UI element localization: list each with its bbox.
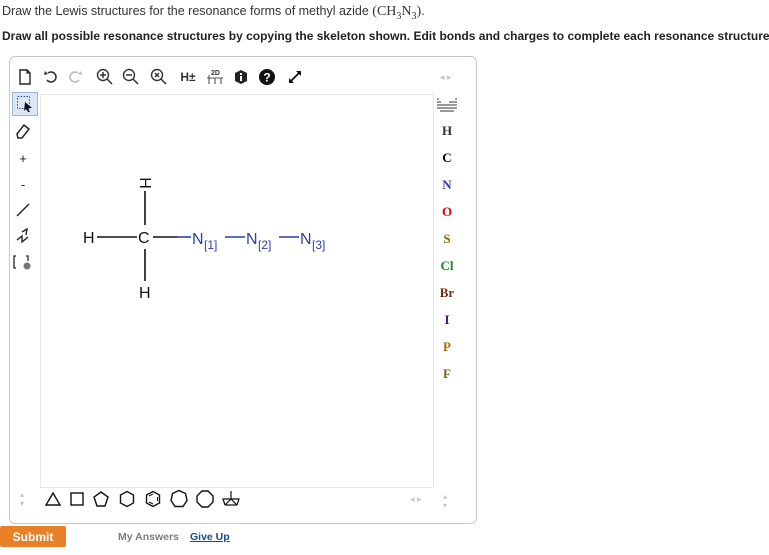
clean-2d-icon[interactable]: 2D	[204, 66, 226, 88]
atoms-scroll-arrows[interactable]: ▴ ▾	[443, 492, 447, 510]
bottom-scroll-arrows[interactable]: ◂ ▸	[410, 494, 422, 505]
atom-button-h[interactable]: H	[433, 120, 461, 142]
atom-carbon[interactable]: C	[138, 230, 150, 247]
atom-button-cl[interactable]: Cl	[433, 255, 461, 277]
shapes-scroll-left[interactable]: ▴ ▾	[20, 490, 24, 508]
left-toolbar: + -	[12, 92, 38, 292]
redo-icon[interactable]	[64, 66, 86, 88]
svg-text:?: ?	[263, 71, 270, 85]
my-answers-label: My Answers	[118, 531, 179, 543]
atom-button-p[interactable]: P	[433, 336, 461, 358]
atom-n3[interactable]: N	[300, 231, 312, 248]
submit-button[interactable]: Submit	[0, 526, 66, 547]
question-line-2: Draw all possible resonance structures b…	[2, 29, 769, 43]
heptagon-icon[interactable]	[168, 488, 190, 510]
drawing-canvas[interactable]: H C H H N [1] N [2] N [3]	[40, 94, 434, 488]
atom-n3-map: [3]	[312, 238, 325, 252]
triangle-icon[interactable]	[42, 488, 64, 510]
periodic-table-icon[interactable]	[435, 94, 459, 116]
methyl-azide-skeleton: H C H H N [1] N [2] N [3]	[83, 177, 325, 302]
select-tool-icon[interactable]	[12, 92, 38, 116]
atom-button-n[interactable]: N	[433, 174, 461, 196]
atom-h-bottom[interactable]: H	[139, 285, 151, 302]
formula: (CH3N3)	[372, 4, 422, 22]
hexagon-icon[interactable]	[116, 488, 138, 510]
atom-n2-map: [2]	[258, 238, 271, 252]
atom-button-o[interactable]: O	[433, 201, 461, 223]
eraser-icon[interactable]	[12, 120, 34, 142]
atom-button-i[interactable]: I	[433, 309, 461, 331]
zoom-out-icon[interactable]	[120, 66, 142, 88]
atom-button-f[interactable]: F	[433, 363, 461, 385]
atom-n2[interactable]: N	[246, 231, 258, 248]
chain-tool-icon[interactable]	[12, 225, 34, 247]
atom-button-s[interactable]: S	[433, 228, 461, 250]
atom-button-br[interactable]: Br	[433, 282, 461, 304]
single-bond-icon[interactable]	[12, 199, 34, 221]
new-document-icon[interactable]	[14, 66, 36, 88]
decrease-charge-icon[interactable]: -	[12, 173, 34, 195]
question-line-1: Draw the Lewis structures for the resona…	[2, 4, 425, 22]
reaction-arrow-icon[interactable]	[12, 251, 34, 273]
toolbar-scroll-arrows[interactable]: ◂ ▸	[440, 72, 452, 83]
question-text: Draw the Lewis structures for the resona…	[2, 4, 373, 18]
atom-n1[interactable]: N	[192, 231, 204, 248]
octagon-icon[interactable]	[194, 488, 216, 510]
zoom-in-icon[interactable]	[94, 66, 116, 88]
help-icon[interactable]: ?	[256, 66, 278, 88]
info-icon[interactable]	[230, 66, 252, 88]
undo-icon[interactable]	[40, 66, 62, 88]
atom-h-left[interactable]: H	[83, 230, 95, 247]
shapes-toolbar: ▴ ▾	[20, 488, 260, 510]
square-icon[interactable]	[66, 488, 88, 510]
atom-n1-map: [1]	[204, 238, 217, 252]
atom-h-top[interactable]: H	[136, 177, 153, 189]
bicyclo-icon[interactable]	[220, 488, 242, 510]
fullscreen-icon[interactable]	[284, 66, 306, 88]
svg-text:2D: 2D	[211, 70, 220, 77]
atom-button-c[interactable]: C	[433, 147, 461, 169]
give-up-link[interactable]: Give Up	[190, 531, 230, 543]
pentagon-icon[interactable]	[90, 488, 112, 510]
hydrogen-toggle-button[interactable]: H±	[176, 66, 200, 88]
question-suffix: .	[421, 4, 425, 18]
increase-charge-icon[interactable]: +	[12, 147, 34, 169]
zoom-reset-icon[interactable]	[148, 66, 170, 88]
benzene-icon[interactable]	[142, 488, 164, 510]
